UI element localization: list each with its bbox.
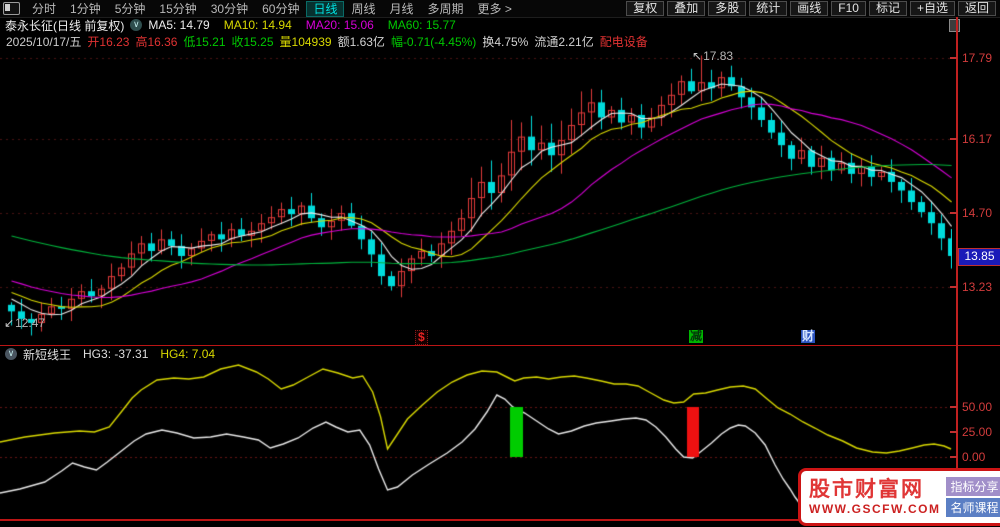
watermark-badge-0: 指标分享 (946, 477, 1000, 496)
stock-info-row: 泰永长征(日线 前复权) ∨ MA5: 14.79 MA10: 14.94 MA20… (0, 17, 1000, 33)
y-axis-tick (950, 138, 957, 141)
indicator-name: 新短线王 (23, 347, 72, 362)
draw-line-button[interactable]: 画线 (790, 1, 829, 16)
chevron-down-icon[interactable]: ∨ (130, 19, 143, 31)
chart-settings-icon[interactable] (949, 18, 960, 32)
arrow-down-left-icon: ↙ (4, 316, 15, 330)
indicator-hg4-value: HG4: 7.04 (160, 347, 216, 361)
indicator-axis-label-0: 50.00 (962, 400, 993, 414)
ma-values: MA5: 14.79 MA10: 14.94 MA20: 15.06 MA60: 15… (148, 18, 470, 32)
indicator-hg3-value: HG3: -37.31 (83, 347, 149, 361)
add-favorite-button[interactable]: +自选 (909, 1, 955, 16)
quote-field-2: 高16.36 (135, 34, 178, 49)
period-tab-15min[interactable]: 15分钟 (152, 1, 203, 17)
fuquan-button[interactable]: 复权 (626, 1, 665, 16)
window-icon[interactable] (3, 2, 20, 15)
quote-field-9: 流通2.21亿 (534, 34, 594, 49)
quote-field-6: 额1.63亿 (337, 34, 385, 49)
quote-field-4: 收15.25 (231, 34, 274, 49)
overlay-button[interactable]: 叠加 (667, 1, 706, 16)
watermark-url: WWW.GSCFW.COM (809, 501, 941, 516)
indicator-axis-label-2: 0.00 (962, 450, 986, 464)
y-axis-tick (950, 212, 957, 215)
period-tab-more[interactable]: 更多 > (471, 1, 519, 17)
watermark-box: 股市财富网 WWW.GSCFW.COM 指标分享名师课程 (798, 468, 1000, 526)
period-tab-30min[interactable]: 30分钟 (204, 1, 255, 17)
y-axis-label-1: 16.17 (962, 132, 993, 147)
ma-value-2: MA20: 15.06 (305, 18, 374, 32)
watermark-title: 股市财富网 (809, 477, 924, 501)
period-tab-fenshi[interactable]: 分时 (25, 1, 63, 17)
top-toolbar: 分时 1分钟 5分钟 15分钟 30分钟 60分钟 日线 周线 月线 多周期 更多 > 复权 叠加 多股… (0, 0, 1000, 18)
y-axis-label-2: 14.70 (962, 206, 993, 221)
y-axis-label-0: 17.79 (962, 50, 993, 65)
quote-field-3: 低15.21 (183, 34, 226, 49)
indicator-axis-tick (950, 456, 957, 458)
period-tab-daily[interactable]: 日线 (306, 0, 345, 17)
period-tab-multi-period[interactable]: 多周期 (421, 1, 471, 17)
indicator-axis-label-1: 25.00 (962, 425, 993, 439)
report-marker: 财 (801, 329, 816, 343)
chevron-down-icon[interactable]: ∨ (5, 348, 17, 360)
arrow-up-left-icon: ↖ (692, 49, 703, 63)
toolbar-right-buttons: 复权 叠加 多股 统计 画线 F10 标记 +自选 返回 (623, 1, 996, 16)
quote-row: 2025/10/17/五 开16.23 高16.36 低15.21 收15.25 量104… (0, 33, 1000, 49)
high-price-annotation: ↖17.83 (692, 49, 734, 63)
quote-field-5: 量104939 (279, 34, 332, 49)
quote-field-7: 幅-0.71(-4.45%) (390, 34, 477, 49)
period-tab-weekly[interactable]: 周线 (344, 1, 382, 17)
f10-button[interactable]: F10 (831, 1, 866, 16)
period-tab-1min[interactable]: 1分钟 (63, 1, 108, 17)
quote-field-1: 开16.23 (87, 34, 130, 49)
y-axis-label-3: 13.23 (962, 280, 993, 295)
indicator-axis-tick (950, 431, 957, 433)
y-axis-tick (950, 56, 957, 59)
mark-button[interactable]: 标记 (868, 1, 907, 16)
right-axis-line (956, 17, 958, 520)
stock-title: 泰永长征(日线 前复权) (5, 18, 125, 33)
indicator-axis-tick (950, 406, 957, 408)
back-button[interactable]: 返回 (957, 1, 996, 16)
period-tab-60min[interactable]: 60分钟 (255, 1, 306, 17)
last-price-box: 13.85 (958, 247, 1000, 266)
main-chart-canvas[interactable] (0, 49, 952, 346)
quote-field-8: 换4.75% (482, 34, 529, 49)
trading-app-window: 分时 1分钟 5分钟 15分钟 30分钟 60分钟 日线 周线 月线 多周期 更多 > 复权 叠加 多股… (0, 0, 1000, 527)
period-tabs: 分时 1分钟 5分钟 15分钟 30分钟 60分钟 日线 周线 月线 多周期 更多 > (25, 0, 519, 17)
ma-value-0: MA5: 14.79 (148, 18, 210, 32)
quote-field-10: 配电设备 (599, 34, 648, 49)
period-tab-5min[interactable]: 5分钟 (108, 1, 153, 17)
reduce-holding-marker: 减 (689, 329, 704, 343)
indicator-header: ∨ 新短线王 HG3: -37.31 HG4: 7.04 (0, 346, 1000, 362)
dividend-marker: $ (415, 330, 428, 345)
multi-stock-button[interactable]: 多股 (708, 1, 747, 16)
quote-field-0: 2025/10/17/五 (6, 34, 82, 49)
period-tab-monthly[interactable]: 月线 (383, 1, 421, 17)
watermark-badge-1: 名师课程 (946, 498, 1000, 517)
ma-value-3: MA60: 15.77 (387, 18, 456, 32)
y-axis-tick (950, 286, 957, 289)
ma-value-1: MA10: 14.94 (223, 18, 292, 32)
low-price-annotation: ↙12.47 (4, 316, 46, 330)
stats-button[interactable]: 统计 (749, 1, 788, 16)
